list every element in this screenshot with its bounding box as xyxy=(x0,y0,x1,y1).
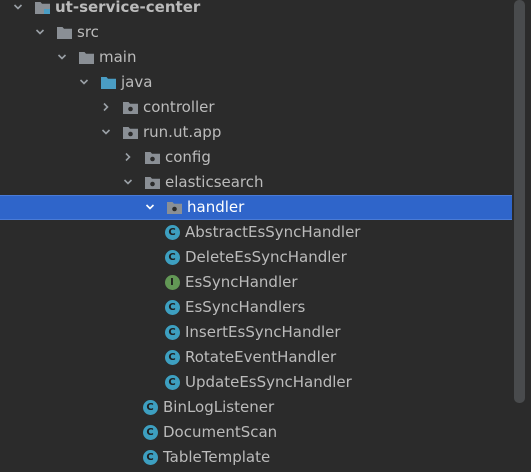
tree-node-elasticsearch[interactable]: elasticsearch xyxy=(0,170,512,195)
tree-node-insertessynchandler[interactable]: C InsertEsSyncHandler xyxy=(0,320,512,345)
interface-icon: I xyxy=(163,273,181,291)
class-icon: C xyxy=(163,248,181,266)
chevron-right-icon[interactable] xyxy=(101,102,111,112)
class-icon: C xyxy=(163,323,181,341)
tree-node-label: TableTemplate xyxy=(163,448,271,466)
tree-node-config[interactable]: config xyxy=(0,145,512,170)
class-badge-icon: C xyxy=(164,224,180,240)
tree-node-label: RotateEventHandler xyxy=(185,348,337,366)
package-icon xyxy=(165,198,183,216)
tree-node-label: main xyxy=(99,48,137,66)
tree-node-label: InsertEsSyncHandler xyxy=(185,323,341,341)
folder-icon xyxy=(55,23,73,41)
project-tree: ut-service-center src main java controller ru… xyxy=(0,0,512,472)
class-badge-icon: C xyxy=(142,399,158,415)
class-icon: C xyxy=(141,423,159,441)
chevron-down-icon[interactable] xyxy=(57,52,67,62)
tree-node-label: AbstractEsSyncHandler xyxy=(185,223,361,241)
module-folder-icon xyxy=(33,0,51,16)
chevron-down-icon[interactable] xyxy=(13,2,23,12)
class-badge-icon: C xyxy=(142,424,158,440)
tree-node-essynchandlers[interactable]: C EsSyncHandlers xyxy=(0,295,512,320)
tree-node-label: EsSyncHandler xyxy=(185,273,298,291)
vertical-scrollbar[interactable] xyxy=(514,0,525,403)
class-icon: C xyxy=(141,398,159,416)
class-icon: C xyxy=(163,298,181,316)
class-badge-icon: C xyxy=(164,249,180,265)
package-icon xyxy=(121,123,139,141)
package-icon xyxy=(143,148,161,166)
tree-node-handler[interactable]: handler xyxy=(0,195,512,220)
class-badge-icon: C xyxy=(164,374,180,390)
tree-node-ut-service-center[interactable]: ut-service-center xyxy=(0,0,512,20)
tree-node-label: elasticsearch xyxy=(165,173,264,191)
interface-badge-icon: I xyxy=(164,274,180,290)
tree-node-essynchandler[interactable]: I EsSyncHandler xyxy=(0,270,512,295)
tree-node-run-ut-app[interactable]: run.ut.app xyxy=(0,120,512,145)
chevron-down-icon[interactable] xyxy=(101,127,111,137)
chevron-down-icon[interactable] xyxy=(79,77,89,87)
tree-node-label: ut-service-center xyxy=(55,0,201,16)
class-badge-icon: C xyxy=(142,449,158,465)
chevron-down-icon[interactable] xyxy=(145,202,155,212)
tree-node-binloglistener[interactable]: C BinLogListener xyxy=(0,395,512,420)
tree-node-controller[interactable]: controller xyxy=(0,95,512,120)
tree-node-deleteessynchandler[interactable]: C DeleteEsSyncHandler xyxy=(0,245,512,270)
tree-node-label: controller xyxy=(143,98,215,116)
tree-node-java[interactable]: java xyxy=(0,70,512,95)
tree-node-rotateeventhandler[interactable]: C RotateEventHandler xyxy=(0,345,512,370)
tree-node-label: DeleteEsSyncHandler xyxy=(185,248,347,266)
tree-node-label: EsSyncHandlers xyxy=(185,298,306,316)
tree-node-src[interactable]: src xyxy=(0,20,512,45)
package-icon xyxy=(143,173,161,191)
chevron-right-icon[interactable] xyxy=(123,152,133,162)
package-icon xyxy=(121,98,139,116)
class-badge-icon: C xyxy=(164,349,180,365)
class-badge-icon: C xyxy=(164,299,180,315)
tree-node-label: run.ut.app xyxy=(143,123,222,141)
class-badge-icon: C xyxy=(164,324,180,340)
tree-node-abstractessynchandler[interactable]: C AbstractEsSyncHandler xyxy=(0,220,512,245)
tree-node-main[interactable]: main xyxy=(0,45,512,70)
tree-node-label: config xyxy=(165,148,211,166)
chevron-down-icon[interactable] xyxy=(123,177,133,187)
tree-node-label: handler xyxy=(187,198,245,216)
tree-node-label: UpdateEsSyncHandler xyxy=(185,373,352,391)
class-icon: C xyxy=(163,373,181,391)
tree-node-label: src xyxy=(77,23,99,41)
tree-node-label: java xyxy=(121,73,153,91)
tree-node-documentscan[interactable]: C DocumentScan xyxy=(0,420,512,445)
folder-icon xyxy=(77,48,95,66)
tree-node-label: DocumentScan xyxy=(163,423,278,441)
tree-node-label: BinLogListener xyxy=(163,398,275,416)
tree-node-updateessynchandler[interactable]: C UpdateEsSyncHandler xyxy=(0,370,512,395)
source-root-folder-icon xyxy=(99,73,117,91)
tree-node-tabletemplate[interactable]: C TableTemplate xyxy=(0,445,512,470)
class-icon: C xyxy=(141,448,159,466)
chevron-down-icon[interactable] xyxy=(35,27,45,37)
class-icon: C xyxy=(163,223,181,241)
class-icon: C xyxy=(163,348,181,366)
